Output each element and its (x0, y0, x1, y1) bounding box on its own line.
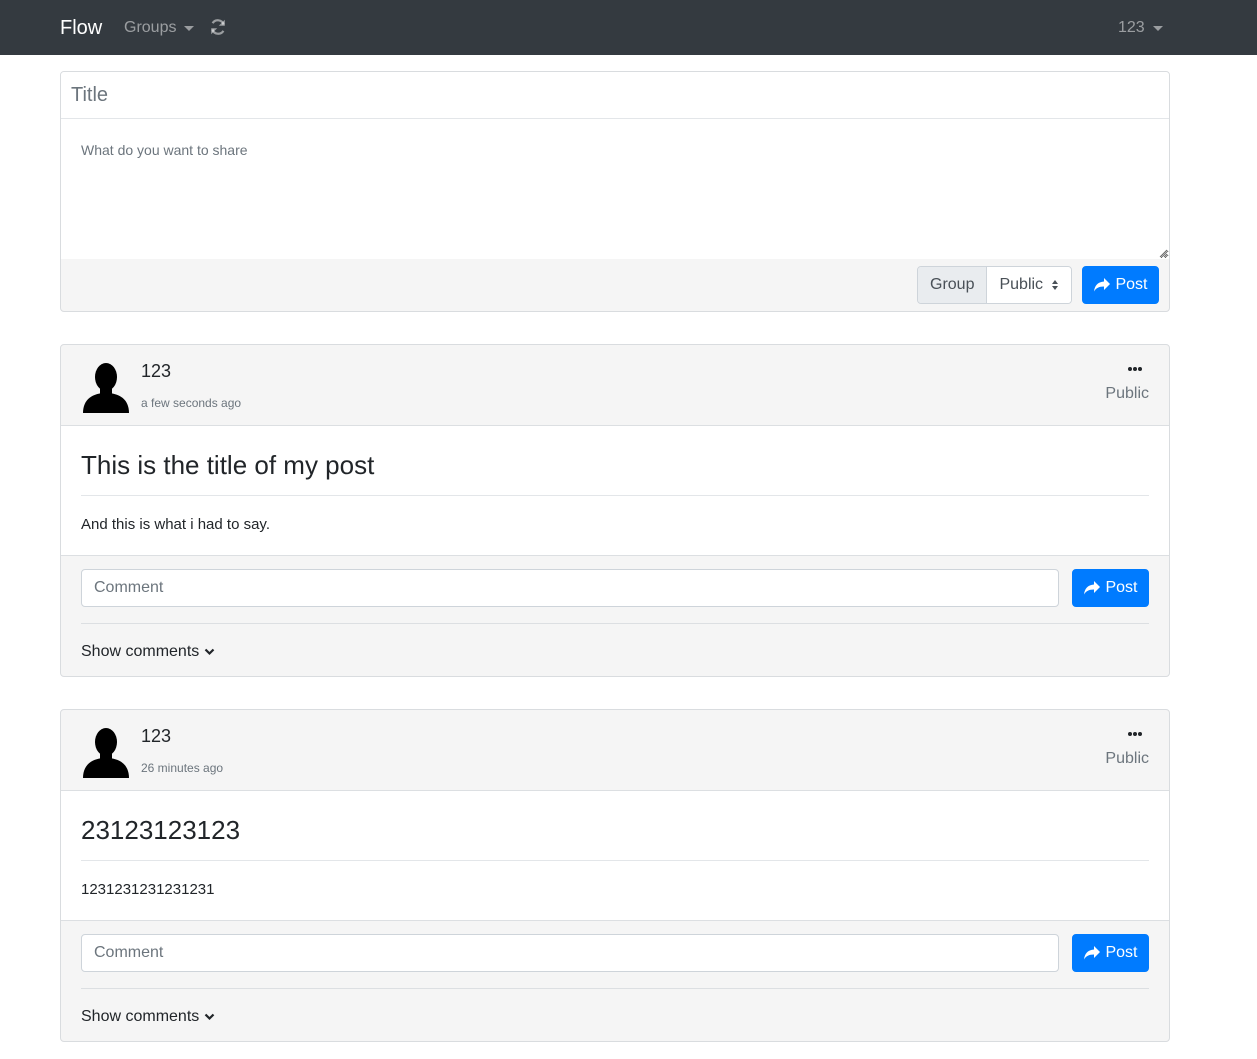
show-comments-label: Show comments (81, 1008, 200, 1025)
footer-divider (81, 988, 1149, 989)
top-navbar: Flow Groups 123 (0, 0, 1257, 55)
user-label: 123 (1118, 19, 1145, 36)
post-header: 123 a few seconds ago Public (61, 345, 1169, 426)
post-text: And this is what i had to say. (81, 516, 270, 533)
share-icon (1084, 581, 1101, 595)
post-author[interactable]: 123 (141, 725, 171, 747)
compose-card: Group Public Post (60, 71, 1170, 312)
group-select-value-box[interactable]: Public (987, 267, 1072, 303)
post-title-input[interactable] (61, 72, 1169, 119)
chevron-down-icon (184, 26, 195, 31)
show-comments-toggle[interactable]: Show comments (81, 1007, 215, 1027)
post-comment-label: Post (1105, 579, 1138, 596)
user-menu-dropdown[interactable]: 123 (1118, 17, 1163, 39)
post-title: 23123123123 (81, 815, 241, 845)
group-select[interactable]: Group Public (917, 266, 1073, 304)
groups-dropdown[interactable]: Groups (124, 17, 195, 39)
user-silhouette-icon (83, 728, 129, 778)
chevron-down-icon (204, 1013, 215, 1021)
post-visibility: Public (1105, 385, 1149, 402)
post-visibility: Public (1105, 750, 1149, 767)
show-comments-label: Show comments (81, 643, 200, 660)
show-comments-toggle[interactable]: Show comments (81, 642, 215, 662)
group-select-label: Group (918, 267, 988, 303)
post-comment-button[interactable]: Post (1072, 569, 1149, 607)
post-divider (81, 860, 1149, 861)
sort-arrows-icon (1052, 280, 1059, 290)
post-body-textarea[interactable] (61, 119, 1169, 259)
post-card: 123 26 minutes ago Public 23123123123 12… (60, 709, 1170, 1042)
more-options-icon[interactable] (1127, 730, 1143, 738)
refresh-icon[interactable] (208, 17, 228, 37)
post-divider (81, 495, 1149, 496)
post-header: 123 26 minutes ago Public (61, 710, 1169, 791)
submit-post-label: Post (1115, 276, 1148, 293)
post-timestamp: a few seconds ago (141, 396, 242, 410)
share-icon (1094, 278, 1111, 292)
share-icon (1084, 946, 1101, 960)
post-text: 1231231231231231 (81, 881, 215, 898)
brand-logo[interactable]: Flow (60, 15, 102, 41)
submit-post-button[interactable]: Post (1082, 266, 1159, 304)
user-silhouette-icon (83, 363, 129, 413)
comment-input[interactable] (81, 934, 1059, 972)
post-comment-button[interactable]: Post (1072, 934, 1149, 972)
post-author[interactable]: 123 (141, 360, 171, 382)
post-body: This is the title of my post And this is… (61, 426, 1169, 556)
groups-label: Groups (124, 19, 177, 36)
chevron-down-icon (1152, 26, 1163, 31)
post-card: 123 a few seconds ago Public This is the… (60, 344, 1170, 677)
footer-divider (81, 623, 1149, 624)
post-body: 23123123123 1231231231231231 (61, 791, 1169, 921)
comment-input[interactable] (81, 569, 1059, 607)
post-comment-label: Post (1105, 944, 1138, 961)
group-select-value: Public (999, 276, 1044, 293)
post-title: This is the title of my post (81, 450, 375, 480)
more-options-icon[interactable] (1127, 365, 1143, 373)
chevron-down-icon (204, 648, 215, 656)
post-timestamp: 26 minutes ago (141, 761, 224, 775)
